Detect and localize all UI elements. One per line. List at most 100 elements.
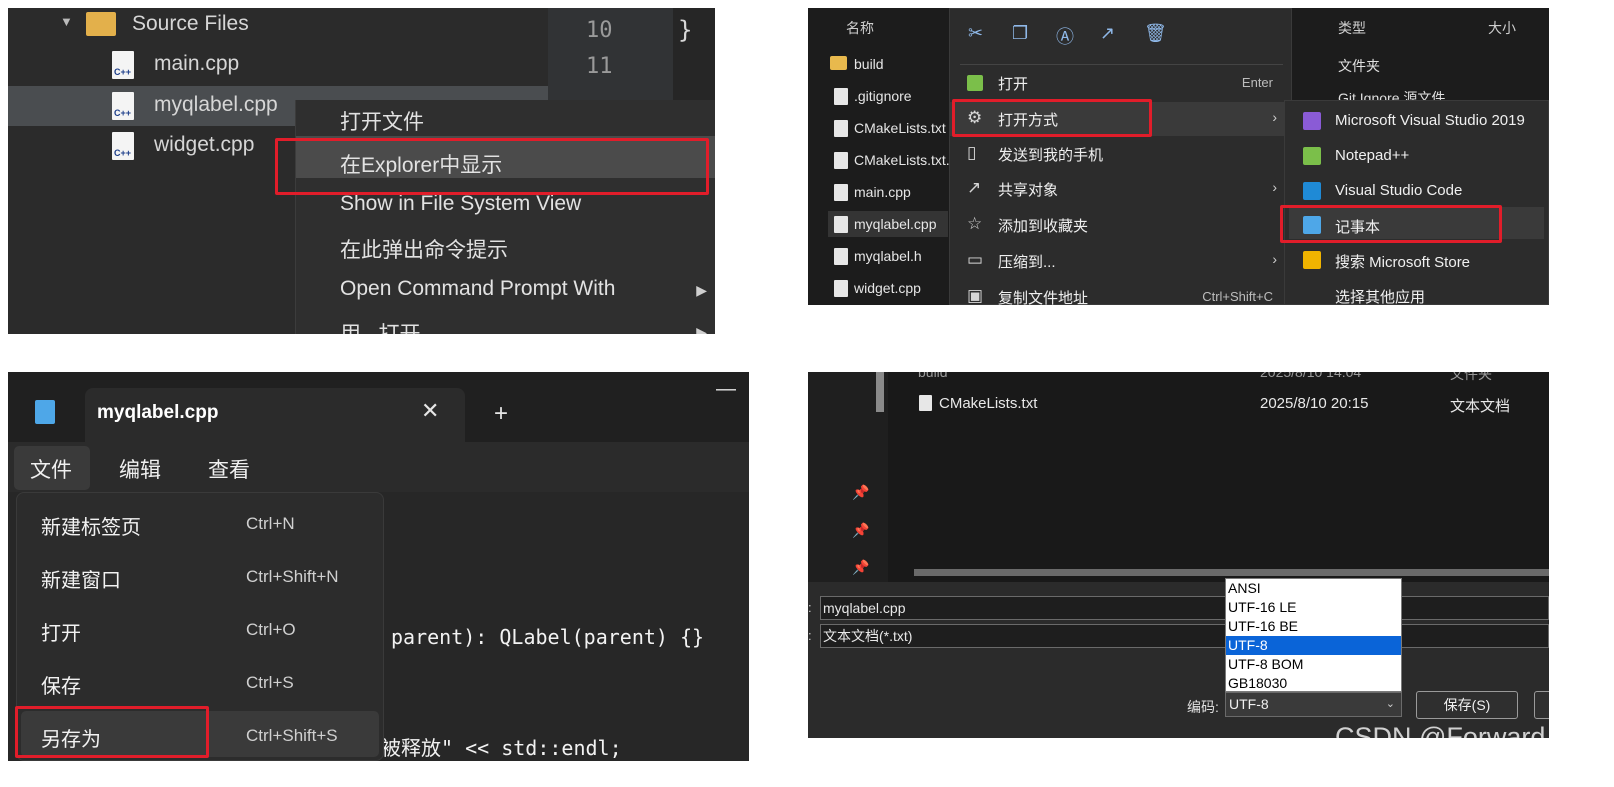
cpp-file-icon bbox=[112, 51, 134, 79]
rename-icon[interactable]: Ⓐ bbox=[1056, 23, 1074, 49]
encoding-dropdown-list: ANSI UTF-16 LE UTF-16 BE UTF-8 UTF-8 BOM… bbox=[1225, 578, 1402, 692]
menu-view[interactable]: 查看 bbox=[208, 454, 250, 484]
menu-item-show-in-fs-view[interactable]: Show in File System View bbox=[340, 192, 581, 216]
file-icon bbox=[834, 152, 848, 169]
column-header-name[interactable]: 名称 bbox=[846, 8, 874, 48]
tree-file-main[interactable]: main.cpp bbox=[154, 49, 239, 79]
file-icon bbox=[919, 395, 932, 411]
highlight-box bbox=[1280, 205, 1502, 243]
menu-item-open-file[interactable]: 打开文件 bbox=[340, 106, 424, 136]
cancel-button[interactable] bbox=[1534, 691, 1549, 719]
save-as-dialog-panel: 📌 📌 📌 build 2025/8/10 14:04 文件夹 CMakeLis… bbox=[808, 372, 1549, 738]
minimize-icon[interactable]: — bbox=[716, 378, 736, 401]
menu-file[interactable]: 文件 bbox=[30, 454, 72, 484]
file-row-gitignore[interactable]: .gitignore bbox=[854, 88, 912, 104]
submenu-item-notepadpp[interactable]: Notepad++ bbox=[1335, 147, 1409, 164]
encoding-option[interactable]: UTF-16 BE bbox=[1226, 617, 1401, 636]
menu-item-copy-path[interactable]: 复制文件地址 bbox=[998, 287, 1088, 305]
field-label-fragment: : bbox=[808, 628, 812, 643]
tab-myqlabel[interactable]: myqlabel.cpp ✕ bbox=[85, 388, 465, 442]
pin-icon[interactable]: 📌 bbox=[852, 559, 869, 576]
horizontal-scrollbar[interactable] bbox=[914, 569, 1549, 576]
code-editor[interactable]: } bbox=[673, 8, 715, 100]
pin-icon[interactable]: 📌 bbox=[852, 484, 869, 501]
navigation-pane: 📌 📌 📌 bbox=[808, 372, 888, 582]
menu-item-send-to-phone[interactable]: 发送到我的手机 bbox=[998, 144, 1103, 165]
submenu-item-vs2019[interactable]: Microsoft Visual Studio 2019 bbox=[1335, 112, 1525, 129]
highlight-box bbox=[275, 138, 709, 195]
file-row-main[interactable]: main.cpp bbox=[854, 184, 911, 200]
copy-icon[interactable]: ❐ bbox=[1012, 23, 1028, 44]
column-header-type[interactable]: 类型 bbox=[1338, 8, 1366, 48]
submenu-item-store[interactable]: 搜索 Microsoft Store bbox=[1335, 251, 1470, 272]
filename-input[interactable]: myqlabel.cpp bbox=[820, 596, 1549, 620]
encoding-option[interactable]: GB18030 bbox=[1226, 674, 1401, 693]
menu-item-cmd-prompt[interactable]: 在此弹出命令提示 bbox=[340, 234, 508, 264]
shortcut-label: Ctrl+Shift+N bbox=[246, 567, 339, 586]
menu-item-add-favorite[interactable]: 添加到收藏夹 bbox=[998, 215, 1088, 236]
new-tab-plus-icon[interactable]: + bbox=[494, 400, 508, 428]
submenu-item-vscode[interactable]: Visual Studio Code bbox=[1335, 182, 1462, 199]
submenu-item-other-app[interactable]: 选择其他应用 bbox=[1335, 286, 1425, 305]
tree-folder-source-files[interactable]: Source Files bbox=[132, 9, 249, 39]
file-type: 文件夹 bbox=[1338, 58, 1380, 74]
file-row-myqlabel-h[interactable]: myqlabel.h bbox=[854, 248, 922, 264]
file-row-cmakelists-user[interactable]: CMakeLists.txt. bbox=[854, 152, 950, 168]
file-row-widget[interactable]: widget.cpp bbox=[854, 280, 921, 296]
line-number-gutter: 10 11 bbox=[548, 8, 673, 100]
file-name[interactable]: CMakeLists.txt bbox=[939, 395, 1037, 412]
chevron-right-icon: › bbox=[1272, 109, 1277, 125]
chevron-down-icon: ⌄ bbox=[1385, 698, 1395, 710]
open-with-submenu: Microsoft Visual Studio 2019 Notepad++ V… bbox=[1284, 100, 1549, 305]
menu-item-open[interactable]: 打开 bbox=[998, 73, 1028, 94]
share-icon: ↗ bbox=[967, 178, 982, 197]
context-menu: ✂ ❐ Ⓐ ↗ 🗑 打开 Enter ⚙ 打开方式 › ▯ 发送到我的手机 ↗ … bbox=[949, 8, 1292, 305]
menu-item-compress[interactable]: 压缩到... bbox=[998, 251, 1056, 272]
path-icon: ▣ bbox=[967, 286, 984, 305]
file-type: 文件夹 bbox=[1450, 372, 1492, 382]
tree-file-myqlabel[interactable]: myqlabel.cpp bbox=[154, 90, 278, 120]
pin-icon[interactable]: 📌 bbox=[852, 522, 869, 539]
menu-edit[interactable]: 编辑 bbox=[119, 454, 161, 484]
save-button[interactable]: 保存(S) bbox=[1416, 691, 1518, 719]
encoding-label: 编码: bbox=[1187, 699, 1219, 715]
encoding-option-selected[interactable]: UTF-8 bbox=[1226, 636, 1401, 655]
menu-item-new-window[interactable]: 新建窗口 bbox=[41, 564, 121, 593]
cut-icon[interactable]: ✂ bbox=[968, 23, 983, 44]
shortcut-label: Enter bbox=[1241, 75, 1273, 90]
divider bbox=[960, 64, 1283, 65]
share-icon[interactable]: ↗ bbox=[1100, 23, 1115, 44]
file-row-myqlabel-cpp[interactable]: myqlabel.cpp bbox=[854, 216, 937, 232]
file-row-build[interactable]: build bbox=[854, 56, 884, 72]
menu-item-open[interactable]: 打开 bbox=[41, 617, 81, 646]
submenu-arrow-icon: ▶ bbox=[696, 324, 707, 334]
menu-item-save[interactable]: 保存 bbox=[41, 670, 81, 699]
notepad-icon bbox=[35, 400, 55, 424]
encoding-option[interactable]: UTF-8 BOM bbox=[1226, 655, 1401, 674]
file-icon bbox=[834, 280, 848, 297]
field-label-fragment: : bbox=[808, 600, 812, 615]
compress-icon: ▭ bbox=[967, 250, 984, 269]
menu-item-open-cmd-with[interactable]: Open Command Prompt With bbox=[340, 277, 615, 301]
encoding-option[interactable]: ANSI bbox=[1226, 579, 1401, 598]
filetype-select[interactable]: 文本文档(*.txt) bbox=[820, 624, 1549, 648]
scrollbar-thumb[interactable] bbox=[876, 372, 884, 412]
delete-icon[interactable]: 🗑 bbox=[1144, 23, 1167, 44]
tab-title: myqlabel.cpp bbox=[97, 402, 219, 423]
column-header-size[interactable]: 大小 bbox=[1488, 8, 1516, 48]
menu-item-new-tab[interactable]: 新建标签页 bbox=[41, 511, 141, 540]
vscode-icon bbox=[1303, 182, 1321, 200]
encoding-option[interactable]: UTF-16 LE bbox=[1226, 598, 1401, 617]
menu-item-share[interactable]: 共享对象 bbox=[998, 179, 1058, 200]
encoding-select[interactable]: UTF-8 ⌄ bbox=[1225, 692, 1402, 717]
close-icon[interactable]: ✕ bbox=[421, 398, 439, 424]
collapse-arrow-icon[interactable]: ▼ bbox=[60, 14, 73, 29]
file-list: build 2025/8/10 14:04 文件夹 CMakeLists.txt… bbox=[888, 372, 1549, 582]
file-icon bbox=[834, 88, 848, 105]
watermark: CSDN @Forward bbox=[1335, 722, 1546, 752]
menu-item-open-with[interactable]: 用...打开 bbox=[340, 318, 421, 334]
file-name[interactable]: build bbox=[918, 372, 948, 380]
file-row-cmakelists[interactable]: CMakeLists.txt bbox=[854, 120, 946, 136]
explorer-panel: 名称 类型 大小 build .gitignore CMakeLists.txt… bbox=[808, 8, 1549, 305]
tree-file-widget[interactable]: widget.cpp bbox=[154, 130, 254, 160]
